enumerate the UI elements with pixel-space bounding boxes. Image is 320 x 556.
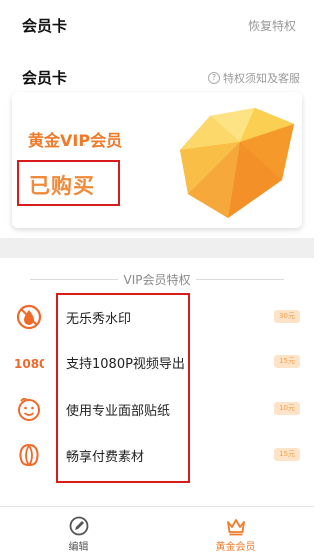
no-watermark-icon: [16, 304, 42, 330]
tab-gold-member[interactable]: 黄金会员: [157, 507, 314, 556]
divider-line: [196, 279, 284, 280]
help-label: 特权须知及客服: [223, 72, 300, 85]
membership-card: 黄金VIP会员 已购买: [12, 92, 302, 228]
price-tag: 15元: [274, 355, 300, 368]
edit-icon: [69, 516, 89, 536]
privileges-heading: VIP会员特权: [0, 270, 314, 288]
tab-edit[interactable]: 编辑: [0, 507, 157, 556]
price-tag: 10元: [274, 402, 300, 415]
membership-section-header: 会员卡 ? 特权须知及客服: [0, 62, 314, 90]
question-icon: ?: [208, 72, 220, 84]
crown-icon: [227, 519, 245, 536]
vip-level-label: 黄金VIP会员: [28, 131, 123, 150]
tab-label: 黄金会员: [215, 542, 256, 553]
price-tag: 30元: [274, 310, 300, 323]
purchased-status: 已购买: [29, 174, 95, 198]
section-title: 会员卡: [22, 69, 68, 87]
1080-icon: 1080: [14, 357, 44, 371]
materials-icon: [19, 443, 39, 466]
top-bar: 会员卡 恢复特权: [0, 0, 314, 50]
restore-privileges-button[interactable]: 恢复特权: [248, 17, 296, 34]
help-link[interactable]: ? 特权须知及客服: [208, 70, 300, 86]
purchased-status-box: 已购买: [17, 160, 120, 206]
svg-text:1080: 1080: [14, 357, 44, 371]
page-title: 会员卡: [22, 17, 68, 35]
price-tag: 15元: [274, 448, 300, 461]
bottom-tab-bar: 编辑 黄金会员: [0, 506, 314, 556]
section-divider: [0, 238, 314, 258]
face-sticker-icon: [18, 397, 40, 421]
diamond-icon: [180, 108, 294, 218]
highlight-box: [56, 293, 190, 483]
tab-label: 编辑: [68, 542, 89, 553]
